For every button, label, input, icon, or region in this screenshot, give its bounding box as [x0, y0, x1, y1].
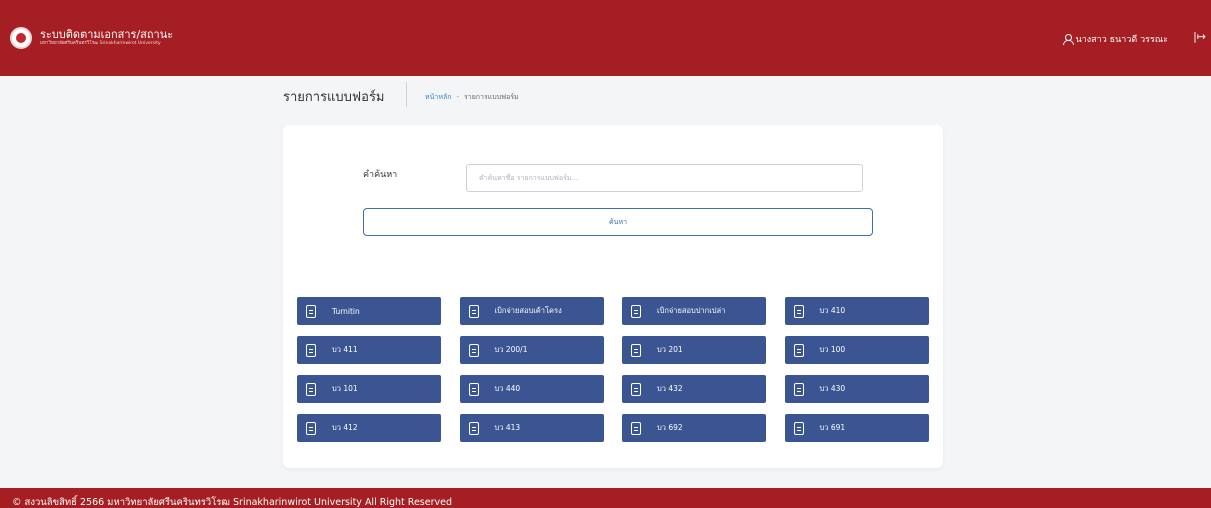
document-icon — [468, 382, 479, 396]
top-header-bar: ระบบติดตามเอกสาร/สถานะ มหาวิทยาลัยศรีนคร… — [0, 0, 1211, 76]
document-icon — [793, 421, 804, 435]
document-icon — [793, 304, 804, 318]
form-button-grid: Turnitin เบิกจ่ายสอบเค้าโครง เบิกจ่ายสอบปา… — [297, 297, 929, 442]
form-button-label: บว 100 — [819, 345, 846, 354]
document-icon — [468, 304, 479, 318]
form-button[interactable]: บว 101 — [297, 375, 441, 403]
title-divider — [406, 82, 407, 107]
form-button[interactable]: เบิกจ่ายสอบปากเปล่า — [622, 297, 766, 325]
form-button[interactable]: บว 200/1 — [459, 336, 604, 364]
breadcrumb: หน้าหลัก - รายการแบบฟอร์ม — [425, 92, 519, 103]
user-icon — [1062, 34, 1074, 45]
form-button-label: บว 440 — [494, 384, 521, 393]
form-button-label: บว 411 — [332, 345, 358, 354]
breadcrumb-current: รายการแบบฟอร์ม — [464, 93, 519, 101]
user-menu[interactable]: นางสาว ธนาวดี วรรณะ — [1062, 32, 1168, 46]
document-icon — [631, 343, 641, 357]
document-icon — [468, 343, 479, 357]
form-button[interactable]: บว 201 — [622, 336, 766, 364]
form-button-label: บว 101 — [332, 384, 358, 393]
logout-icon[interactable]: |↦ — [1193, 30, 1206, 43]
form-button-label: Turnitin — [332, 306, 360, 316]
search-label: คำค้นหา — [363, 170, 398, 180]
document-icon — [306, 343, 316, 357]
document-icon — [306, 421, 316, 435]
footer-bar: © สงวนลิขสิทธิ์ 2566 มหาวิทยาลัยศรีนคริน… — [0, 488, 1211, 508]
document-icon — [306, 382, 316, 396]
form-button[interactable]: บว 412 — [297, 414, 441, 442]
form-button-label: บว 413 — [494, 423, 521, 432]
form-button-label: บว 410 — [819, 306, 846, 315]
search-button[interactable]: ค้นหา — [363, 208, 873, 236]
app-subtitle: มหาวิทยาลัยศรีนครินทรวิโรฒ Srinakharinwi… — [40, 41, 161, 46]
document-icon — [793, 382, 804, 396]
form-button[interactable]: บว 413 — [459, 414, 604, 442]
form-button-label: บว 412 — [332, 423, 358, 432]
form-button[interactable]: บว 691 — [784, 414, 929, 442]
form-button[interactable]: บว 410 — [784, 297, 929, 325]
form-button-label: เบิกจ่ายสอบเค้าโครง — [494, 306, 562, 315]
breadcrumb-separator: - — [456, 93, 460, 101]
form-button-label: เบิกจ่ายสอบปากเปล่า — [657, 306, 726, 315]
document-icon — [631, 382, 641, 396]
form-button-label: บว 432 — [657, 384, 683, 393]
form-button[interactable]: บว 100 — [784, 336, 929, 364]
form-button-label: บว 430 — [819, 384, 846, 393]
page-title: รายการแบบฟอร์ม — [283, 90, 385, 105]
user-name: นางสาว ธนาวดี วรรณะ — [1075, 35, 1168, 45]
form-button-label: บว 691 — [819, 423, 846, 432]
form-button[interactable]: บว 440 — [459, 375, 604, 403]
breadcrumb-home-link[interactable]: หน้าหลัก — [425, 93, 451, 101]
form-button[interactable]: บว 411 — [297, 336, 441, 364]
document-icon — [631, 421, 641, 435]
form-button[interactable]: Turnitin — [297, 297, 441, 325]
search-input[interactable] — [466, 164, 863, 192]
form-button[interactable]: เบิกจ่ายสอบเค้าโครง — [459, 297, 604, 325]
form-button[interactable]: บว 432 — [622, 375, 766, 403]
document-icon — [631, 304, 641, 318]
document-icon — [793, 343, 804, 357]
form-button-label: บว 200/1 — [494, 345, 528, 354]
document-icon — [306, 304, 316, 318]
university-logo — [10, 27, 32, 49]
form-button-label: บว 201 — [657, 345, 683, 354]
form-button[interactable]: บว 692 — [622, 414, 766, 442]
footer-copyright: © สงวนลิขสิทธิ์ 2566 มหาวิทยาลัยศรีนคริน… — [12, 497, 452, 508]
form-button[interactable]: บว 430 — [784, 375, 929, 403]
forms-card: คำค้นหา ค้นหา Turnitin เบิกจ่ายสอบเค้าโคร… — [283, 125, 943, 468]
form-button-label: บว 692 — [657, 423, 683, 432]
document-icon — [468, 421, 479, 435]
app-title: ระบบติดตามเอกสาร/สถานะ — [40, 28, 174, 41]
